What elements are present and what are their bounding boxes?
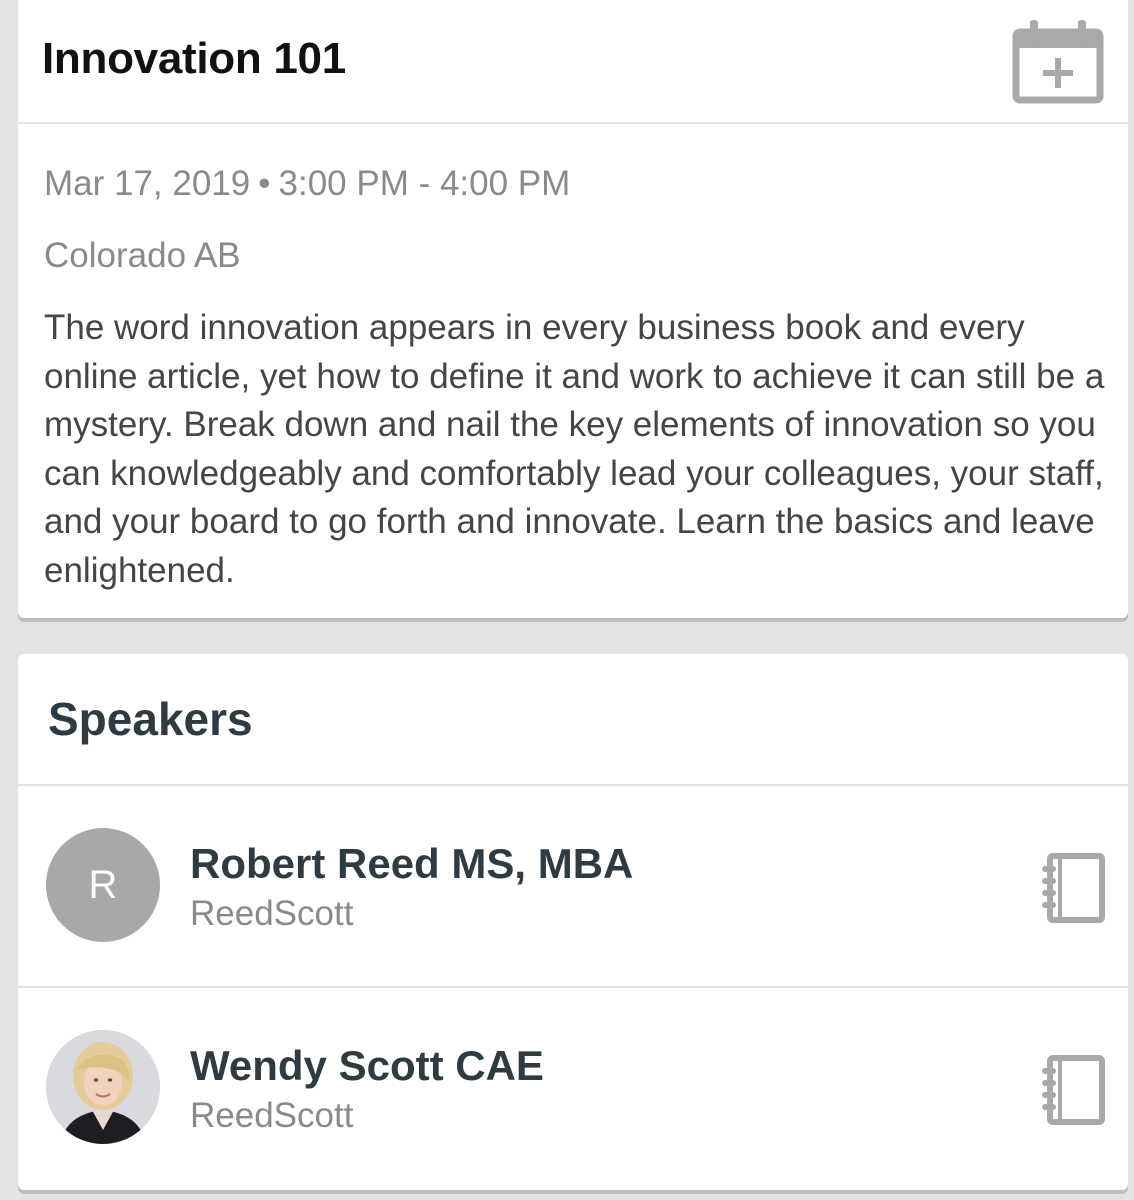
- add-to-calendar-button[interactable]: [1012, 18, 1104, 104]
- calendar-add-icon: [1012, 20, 1104, 104]
- session-location: Colorado AB: [44, 236, 241, 275]
- separator-dot: •: [258, 164, 271, 203]
- session-title: Innovation 101: [42, 34, 346, 83]
- session-date: Mar 17, 2019: [44, 164, 251, 203]
- session-datetime: Mar 17, 2019 • 3:00 PM - 4:00 PM: [44, 164, 570, 204]
- speaker-organization: ReedScott: [190, 894, 354, 933]
- speakers-heading: Speakers: [48, 693, 253, 745]
- notebook-icon: [1042, 853, 1105, 923]
- speaker-row[interactable]: R Robert Reed MS, MBA ReedScott: [18, 786, 1128, 988]
- speaker-photo: [46, 1030, 160, 1144]
- session-card: Innovation 101 Mar 17, 2019 • 3:00 PM - 4:…: [18, 0, 1128, 618]
- speaker-notes-button[interactable]: [1036, 852, 1106, 924]
- speakers-card: Speakers R Robert Reed MS, MBA ReedScott: [18, 654, 1128, 1190]
- speaker-name: Wendy Scott CAE: [190, 1042, 544, 1089]
- notebook-icon: [1042, 1055, 1105, 1125]
- session-time: 3:00 PM - 4:00 PM: [278, 164, 571, 203]
- session-description: The word innovation appears in every bus…: [44, 308, 1105, 590]
- speaker-name: Robert Reed MS, MBA: [190, 840, 634, 887]
- session-header: Innovation 101: [18, 0, 1128, 124]
- speaker-row[interactable]: Wendy Scott CAE ReedScott: [18, 988, 1128, 1188]
- avatar: [46, 1030, 160, 1144]
- speaker-notes-button[interactable]: [1036, 1054, 1106, 1126]
- speakers-header: Speakers: [18, 654, 1128, 786]
- avatar: R: [46, 828, 160, 942]
- speaker-organization: ReedScott: [190, 1096, 354, 1135]
